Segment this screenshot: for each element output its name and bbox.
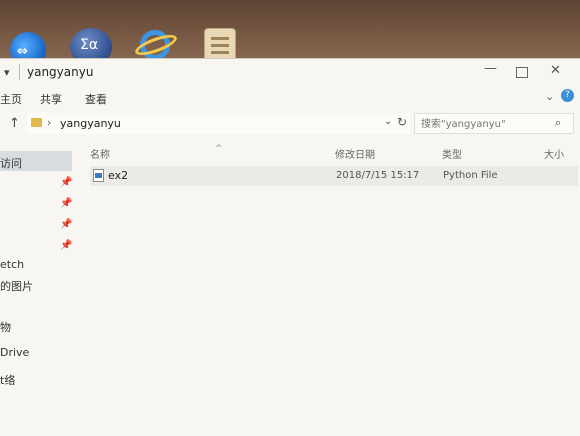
refresh-icon[interactable]: ↻ [397, 115, 407, 129]
quick-access-dropdown-icon[interactable]: ▾ [4, 66, 10, 79]
tab-share[interactable]: 共享 [40, 91, 62, 107]
address-row: ↑ › yangyanyu ⌄ ↻ ⌕ [0, 110, 580, 138]
nav-item-quick-access[interactable]: 访问 [0, 155, 22, 171]
title-separator [19, 64, 20, 80]
file-list: 名称 ^ 修改日期 类型 大小 ex2 2018/7/15 15:17 Pyth… [80, 141, 580, 436]
column-header-name[interactable]: 名称 ^ [90, 144, 223, 161]
doc-stripe [211, 44, 229, 47]
python-logo-mark [95, 173, 102, 178]
column-header-size[interactable]: 大小 [544, 146, 564, 161]
file-name[interactable]: ex2 [108, 169, 128, 182]
python-file-icon [93, 169, 104, 182]
ribbon-tabs: 主页 共享 查看 ⌄ ? [0, 87, 580, 109]
doc-stripe [211, 51, 229, 54]
folder-icon [31, 118, 42, 127]
math-glyph: Σα [80, 37, 99, 53]
pin-icon[interactable]: 📌 [60, 198, 72, 209]
navigation-pane: 访问 📌 📌 📌 📌 etch 的图片 物 Drive t络 [0, 141, 80, 436]
column-header-name-label: 名称 [90, 150, 110, 161]
nav-item-sketch[interactable]: etch [0, 258, 24, 271]
table-row[interactable]: ex2 2018/7/15 15:17 Python File [90, 166, 578, 186]
ribbon-expand-icon[interactable]: ⌄ [545, 90, 554, 103]
nav-item-objects[interactable]: 物 [0, 319, 11, 335]
help-icon[interactable]: ? [561, 89, 574, 102]
tab-view[interactable]: 查看 [85, 91, 107, 107]
chevron-right-icon[interactable]: › [47, 116, 51, 129]
close-button[interactable]: ✕ [550, 63, 561, 78]
teamviewer-glyph: ⇔ [17, 44, 28, 59]
chevron-down-icon[interactable]: ⌄ [384, 116, 392, 127]
search-icon[interactable]: ⌕ [555, 116, 561, 130]
file-type: Python File [443, 170, 498, 181]
address-path[interactable]: yangyanyu [60, 117, 121, 130]
column-header-modified[interactable]: 修改日期 [335, 146, 375, 161]
doc-stripe [211, 37, 229, 40]
search-box[interactable]: ⌕ [414, 113, 574, 134]
file-modified: 2018/7/15 15:17 [336, 170, 420, 181]
maximize-button[interactable] [516, 67, 528, 78]
up-arrow-icon[interactable]: ↑ [9, 116, 20, 131]
sort-caret-icon: ^ [215, 144, 223, 154]
search-input[interactable] [419, 115, 553, 133]
nav-item-onedrive[interactable]: Drive [0, 346, 29, 359]
minimize-button[interactable]: — [484, 61, 497, 76]
tab-home[interactable]: 主页 [0, 91, 22, 107]
file-explorer-window: ▾ yangyanyu — ✕ 主页 共享 查看 ⌄ ? ↑ › yangyan… [0, 58, 580, 436]
window-title: yangyanyu [27, 65, 94, 79]
pin-icon[interactable]: 📌 [60, 219, 72, 230]
title-bar[interactable]: ▾ yangyanyu — ✕ [0, 59, 580, 85]
column-header-type[interactable]: 类型 [442, 146, 462, 161]
nav-item-pictures[interactable]: 的图片 [0, 278, 33, 294]
address-bar[interactable]: › yangyanyu ⌄ ↻ [27, 113, 410, 134]
pin-icon[interactable]: 📌 [60, 177, 72, 188]
pin-icon[interactable]: 📌 [60, 240, 72, 251]
nav-item-network[interactable]: t络 [0, 372, 15, 388]
